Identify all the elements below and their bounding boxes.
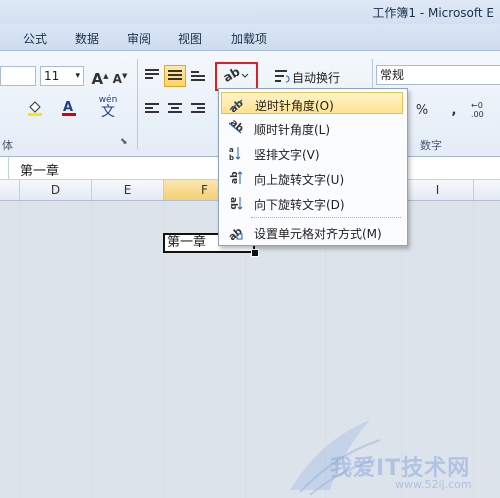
menu-item-angle-counterclockwise[interactable]: ab 逆时针角度(O) xyxy=(221,92,403,114)
menu-item-label: 设置单元格对齐方式(M) xyxy=(254,227,382,241)
grid-line xyxy=(19,201,20,498)
ribbon-tabs: 公式 数据 审阅 视图 加载项 xyxy=(0,24,500,51)
align-top-icon[interactable] xyxy=(145,69,159,81)
group-divider xyxy=(137,59,138,149)
font-color-icon: A xyxy=(62,100,76,116)
font-size-value: 11 xyxy=(44,69,60,83)
font-name-box[interactable] xyxy=(0,66,36,86)
align-middle-button[interactable] xyxy=(164,65,186,87)
tab-formulas[interactable]: 公式 xyxy=(23,30,47,47)
align-bottom-icon[interactable] xyxy=(191,71,205,83)
wrap-text-button[interactable]: 自动换行 xyxy=(274,67,374,87)
menu-separator xyxy=(251,217,401,218)
shrink-font-button[interactable]: A▼ xyxy=(110,66,130,86)
font-color-button[interactable]: A xyxy=(58,99,80,119)
chevron-down-icon: ▾ xyxy=(75,71,80,81)
svg-text:←0: ←0 xyxy=(471,101,483,110)
menu-item-label: 竖排文字(V) xyxy=(254,148,320,162)
fill-color-button[interactable] xyxy=(24,99,46,119)
menu-item-vertical-text[interactable]: ab 竖排文字(V) xyxy=(221,142,403,164)
format-cell-alignment-icon: ab xyxy=(227,226,243,240)
phonetic-button[interactable]: wén 文 xyxy=(96,95,120,121)
number-format-value: 常规 xyxy=(380,68,405,82)
menu-item-label: 向下旋转文字(D) xyxy=(254,198,345,212)
increase-decimal-button[interactable]: ←0.00 xyxy=(470,99,496,119)
svg-text:A: A xyxy=(63,100,73,115)
wrap-text-icon xyxy=(275,70,290,83)
comma-style-button[interactable]: , xyxy=(444,101,464,121)
watermark-url: www.52ij.com xyxy=(395,478,472,491)
dialog-launcher-icon[interactable]: ⬊ xyxy=(120,137,128,147)
svg-text:b: b xyxy=(229,154,234,161)
orientation-menu: ab 逆时针角度(O) ab 顺时针角度(L) ab 竖排文字(V) ab 向上… xyxy=(218,88,408,246)
menu-item-angle-clockwise[interactable]: ab 顺时针角度(L) xyxy=(221,117,403,139)
tab-data[interactable]: 数据 xyxy=(75,30,99,47)
align-middle-icon xyxy=(168,70,182,82)
title-bar: 工作簿1 - Microsoft E xyxy=(0,0,500,24)
tab-view[interactable]: 视图 xyxy=(178,30,202,47)
svg-text:a: a xyxy=(229,146,234,154)
align-left-icon[interactable] xyxy=(145,103,159,115)
svg-text:ab: ab xyxy=(228,197,238,210)
window-title: 工作簿1 - Microsoft E xyxy=(372,6,494,20)
percent-button[interactable]: % xyxy=(412,101,432,121)
menu-item-format-cell-alignment[interactable]: ab 设置单元格对齐方式(M) xyxy=(221,221,403,243)
tab-addins[interactable]: 加载项 xyxy=(231,30,267,47)
formula-bar-content[interactable]: 第一章 xyxy=(20,160,59,179)
number-group-label: 数字 xyxy=(420,139,442,152)
column-header-i[interactable]: I xyxy=(402,180,474,200)
grid-line xyxy=(91,201,92,498)
angle-counterclockwise-icon: ab xyxy=(228,98,244,112)
column-header-d[interactable]: D xyxy=(20,180,92,200)
menu-item-rotate-text-down[interactable]: ab 向下旋转文字(D) xyxy=(221,192,403,214)
menu-item-rotate-text-up[interactable]: ab 向上旋转文字(U) xyxy=(221,167,403,189)
rotate-text-down-icon: ab xyxy=(228,197,243,210)
rotate-text-up-icon: ab xyxy=(230,171,243,184)
number-format-box[interactable]: 常规 xyxy=(376,65,500,85)
increase-decimal-icon: ←0.00 xyxy=(471,101,484,119)
fill-handle[interactable] xyxy=(251,249,259,257)
menu-item-label: 顺时针角度(L) xyxy=(254,123,331,137)
angle-clockwise-icon: ab xyxy=(228,120,243,135)
menu-item-label: 逆时针角度(O) xyxy=(255,99,334,113)
grow-font-button[interactable]: A▲ xyxy=(90,66,110,88)
formula-bar-divider xyxy=(8,157,9,179)
phonetic-char: 文 xyxy=(101,104,115,120)
align-right-icon[interactable] xyxy=(191,103,205,115)
menu-item-label: 向上旋转文字(U) xyxy=(254,173,345,187)
column-header-blank xyxy=(0,180,20,200)
column-header-e[interactable]: E xyxy=(92,180,164,200)
svg-text:.00: .00 xyxy=(471,110,484,119)
paint-bucket-icon xyxy=(28,101,42,116)
font-group-label: 体 xyxy=(2,139,13,152)
vertical-text-icon: ab xyxy=(229,146,241,161)
tab-review[interactable]: 审阅 xyxy=(127,30,151,47)
svg-text:ab: ab xyxy=(227,226,243,240)
highlight-box xyxy=(215,62,258,91)
font-size-box[interactable]: 11 ▾ xyxy=(40,66,84,86)
align-center-icon[interactable] xyxy=(168,103,182,115)
wrap-text-label: 自动换行 xyxy=(292,71,341,85)
